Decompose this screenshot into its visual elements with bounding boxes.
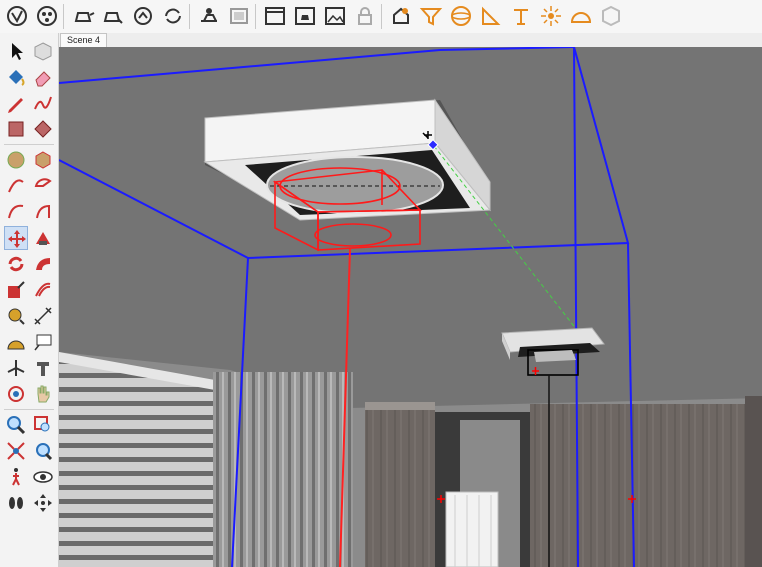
dome-icon[interactable] — [568, 3, 594, 29]
toolbar-separator — [381, 4, 382, 29]
lamp-icon[interactable] — [508, 3, 534, 29]
teapot-icon[interactable] — [70, 3, 96, 29]
styles-icon[interactable] — [4, 3, 30, 29]
arc-icon[interactable] — [4, 174, 28, 198]
window-model-icon[interactable] — [292, 3, 318, 29]
polygon-icon[interactable] — [31, 148, 55, 172]
sphere-icon[interactable] — [448, 3, 474, 29]
window-photo-icon[interactable] — [322, 3, 348, 29]
look-around-icon[interactable] — [31, 465, 55, 489]
follow-me-icon[interactable] — [31, 252, 55, 276]
zoom-icon[interactable] — [4, 413, 28, 437]
dimension-icon[interactable] — [31, 304, 55, 328]
select-tool-icon[interactable] — [4, 39, 28, 63]
wood-panel-left — [365, 408, 435, 567]
tab-scene-4[interactable]: Scene 4 — [60, 33, 108, 48]
scene-tab-bar: Scene 4 — [59, 33, 762, 48]
rotate-icon[interactable] — [4, 252, 28, 276]
update-icon[interactable] — [160, 3, 186, 29]
axes-icon[interactable] — [4, 356, 28, 380]
circle-icon[interactable] — [4, 148, 28, 172]
layout-icon[interactable] — [226, 3, 252, 29]
zoom-window-icon[interactable] — [31, 413, 55, 437]
toolbar-separator — [189, 4, 190, 29]
components-icon[interactable] — [34, 3, 60, 29]
funnel-icon[interactable] — [418, 3, 444, 29]
pencil-icon[interactable] — [4, 91, 28, 115]
arc-2pt-icon[interactable] — [31, 200, 55, 224]
cube-icon[interactable] — [598, 3, 624, 29]
palette-separator — [4, 144, 54, 145]
rectangle-icon[interactable] — [4, 117, 28, 141]
house-settings-icon[interactable] — [388, 3, 414, 29]
orbit-icon[interactable] — [4, 382, 28, 406]
eraser-icon[interactable] — [31, 65, 55, 89]
tool-palette — [0, 33, 59, 567]
section-plane-icon[interactable] — [31, 491, 55, 515]
text-icon[interactable] — [31, 330, 55, 354]
rotated-rectangle-icon[interactable] — [31, 117, 55, 141]
share-icon[interactable] — [130, 3, 156, 29]
component-tool-icon[interactable] — [31, 39, 55, 63]
toolbar-separator — [255, 4, 256, 29]
wood-panel-right — [530, 404, 762, 567]
triangle-ruler-icon[interactable] — [478, 3, 504, 29]
3d-viewport[interactable] — [59, 47, 762, 567]
freehand-icon[interactable] — [31, 91, 55, 115]
zoom-extents-icon[interactable] — [4, 439, 28, 463]
scene-canvas[interactable] — [59, 47, 762, 567]
arc-3pt-icon[interactable] — [4, 200, 28, 224]
sun-icon[interactable] — [538, 3, 564, 29]
palette-separator — [4, 409, 54, 410]
window-icon[interactable] — [262, 3, 288, 29]
previous-view-icon[interactable] — [31, 439, 55, 463]
move-icon[interactable] — [4, 226, 28, 250]
window-blinds — [59, 360, 215, 567]
radiator — [445, 491, 499, 567]
walk-icon[interactable] — [4, 465, 28, 489]
pan-icon[interactable] — [31, 382, 55, 406]
protractor-icon[interactable] — [4, 330, 28, 354]
lock-icon[interactable] — [352, 3, 378, 29]
scale-icon[interactable] — [4, 278, 28, 302]
solar-icon[interactable] — [196, 3, 222, 29]
3d-text-icon[interactable] — [31, 356, 55, 380]
offset-icon[interactable] — [31, 278, 55, 302]
paint-bucket-icon[interactable] — [4, 65, 28, 89]
tape-measure-icon[interactable] — [4, 304, 28, 328]
push-pull-icon[interactable] — [31, 226, 55, 250]
toolbar-separator — [63, 4, 64, 29]
pie-icon[interactable] — [31, 174, 55, 198]
main-toolbar — [0, 0, 762, 34]
warehouse-icon[interactable] — [100, 3, 126, 29]
footprint-icon[interactable] — [4, 491, 28, 515]
